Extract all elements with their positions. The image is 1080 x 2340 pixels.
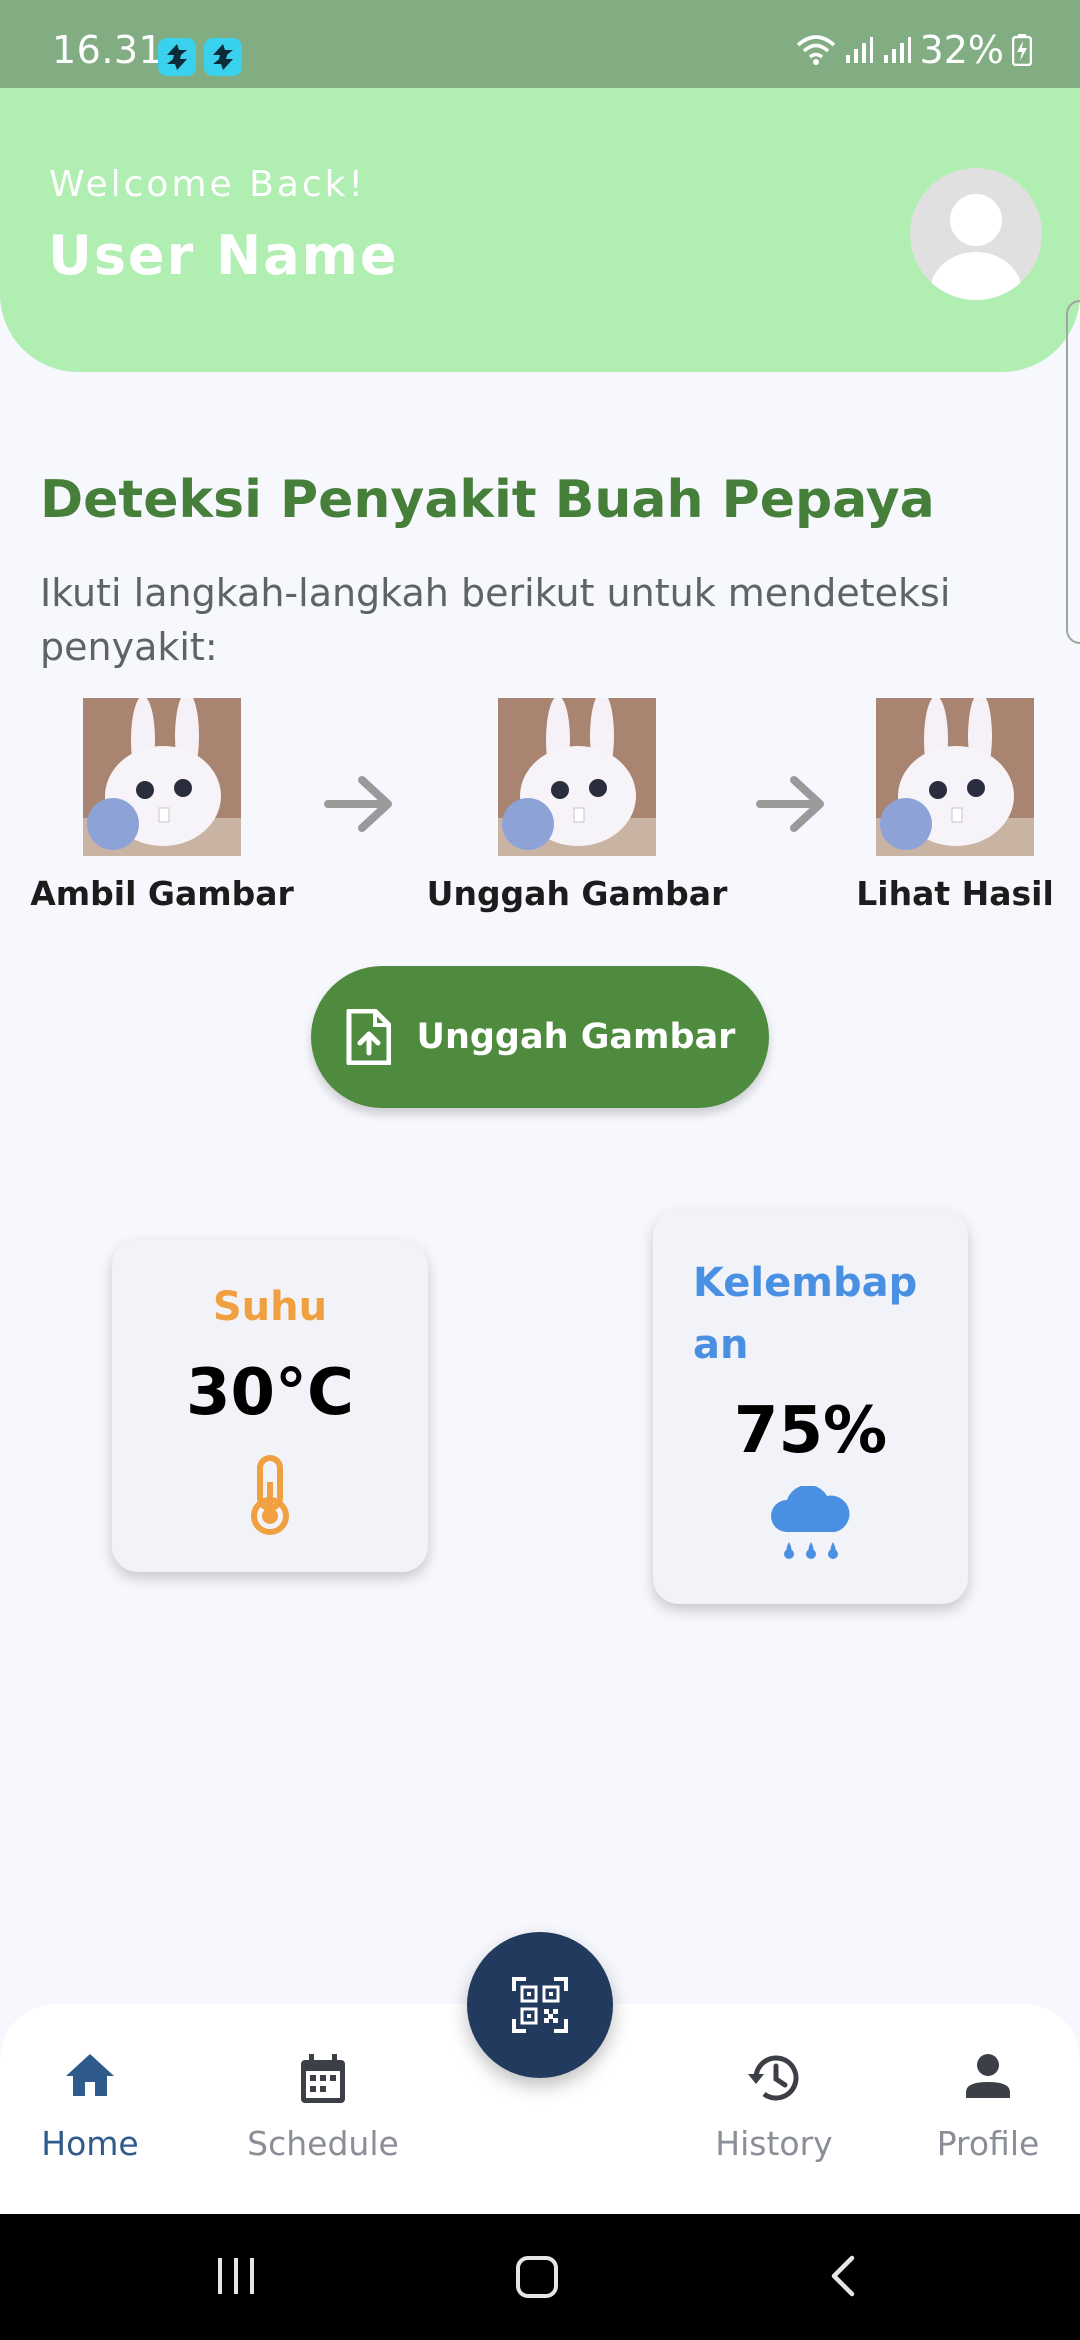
temperature-card: Suhu 30°C xyxy=(112,1240,428,1572)
page-title: Deteksi Penyakit Buah Pepaya xyxy=(40,470,935,530)
system-navigation-bar xyxy=(0,2214,1080,2340)
temperature-title: Suhu xyxy=(212,1284,328,1330)
signal-icon xyxy=(845,37,873,63)
instructions-text: Ikuti langkah-langkah berikut untuk mend… xyxy=(40,571,951,669)
welcome-text: Welcome Back! xyxy=(49,164,366,205)
nav-schedule[interactable]: Schedule xyxy=(243,2004,403,2214)
history-icon xyxy=(748,2055,799,2101)
rain-cloud-icon xyxy=(771,1486,850,1559)
humidity-value: 75% xyxy=(733,1394,888,1468)
step-label: Lihat Hasil xyxy=(856,874,1054,913)
step-image xyxy=(83,698,241,856)
status-time: 16.31 xyxy=(52,28,164,72)
nav-home[interactable]: Home xyxy=(20,2004,160,2214)
battery-charging-icon xyxy=(1012,34,1032,66)
nav-label: History xyxy=(715,2124,833,2163)
nav-label: Profile xyxy=(936,2124,1040,2163)
upload-file-icon xyxy=(346,1009,391,1065)
step-label: Unggah Gambar xyxy=(426,874,728,913)
welcome-header: Welcome Back! User Name xyxy=(0,88,1080,372)
nav-history[interactable]: History xyxy=(704,2004,844,2214)
username: User Name xyxy=(48,224,399,287)
step-label: Ambil Gambar xyxy=(30,874,294,913)
step-image xyxy=(876,698,1034,856)
step-image xyxy=(498,698,656,856)
qr-scan-button[interactable] xyxy=(467,1932,613,2078)
wifi-icon xyxy=(796,35,835,65)
nav-label: Schedule xyxy=(247,2124,399,2163)
calendar-icon xyxy=(301,2054,345,2103)
home-button-icon[interactable] xyxy=(514,2252,562,2300)
temperature-value: 30°C xyxy=(185,1356,355,1430)
battery-level: 32% xyxy=(919,28,1004,72)
arrow-right-icon xyxy=(756,776,824,832)
upload-image-button[interactable]: Unggah Gambar xyxy=(311,966,769,1108)
qr-code-icon xyxy=(512,1977,568,2033)
person-icon xyxy=(966,2054,1010,2098)
home-icon xyxy=(66,2054,114,2096)
humidity-card: Kelembap an 75% xyxy=(653,1210,968,1604)
step-take-picture: Ambil Gambar xyxy=(30,698,294,913)
arrow-right-icon xyxy=(324,776,392,832)
humidity-title: Kelembap an xyxy=(693,1260,918,1368)
app-notification-icon xyxy=(158,38,196,76)
app-notification-icon xyxy=(204,38,242,76)
status-bar: 16.31 32% xyxy=(0,0,1080,88)
upload-button-label: Unggah Gambar xyxy=(416,1017,736,1057)
scroll-indicator xyxy=(1066,300,1080,644)
avatar[interactable] xyxy=(910,168,1042,300)
nav-label: Home xyxy=(41,2124,139,2163)
recent-apps-icon[interactable] xyxy=(214,2252,258,2300)
person-icon xyxy=(930,194,1022,300)
signal-icon xyxy=(883,37,911,63)
step-view-result: Lihat Hasil xyxy=(856,698,1054,913)
step-upload-picture: Unggah Gambar xyxy=(427,698,727,913)
nav-profile[interactable]: Profile xyxy=(918,2004,1058,2214)
back-icon[interactable] xyxy=(826,2252,860,2300)
thermometer-icon xyxy=(251,1455,289,1535)
